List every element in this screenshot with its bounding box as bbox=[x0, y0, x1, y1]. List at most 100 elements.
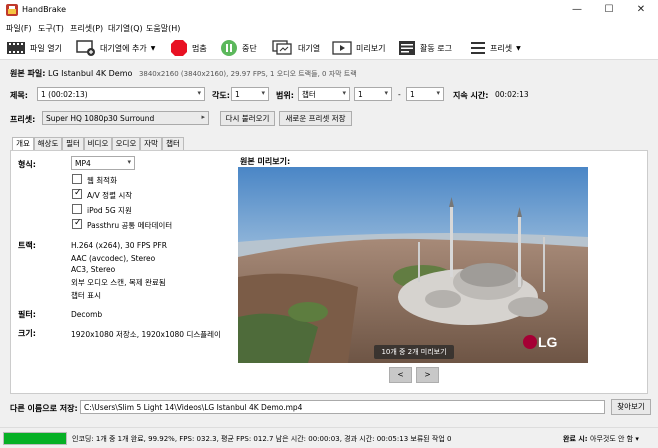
progress-fill bbox=[4, 433, 66, 444]
encode-progress-bar bbox=[3, 432, 67, 445]
film-icon bbox=[7, 42, 25, 54]
ipod-support-checkbox[interactable] bbox=[72, 204, 82, 214]
range-type-value: 챕터 bbox=[302, 90, 316, 99]
window-title: HandBrake bbox=[22, 5, 67, 14]
add-to-queue-label: 대기열에 추가 bbox=[100, 43, 147, 53]
menu-file[interactable]: 파일(F) bbox=[6, 23, 32, 34]
source-preview-image: LG 10개 중 2개 미리보기 bbox=[238, 167, 588, 363]
queue-button[interactable]: 대기열 bbox=[272, 39, 320, 57]
filters-value: Decomb bbox=[71, 310, 103, 319]
range-start-select[interactable]: 1 ▾ bbox=[354, 87, 392, 101]
when-done-select[interactable]: 아무것도 안 함 ▾ bbox=[590, 434, 639, 444]
menu-presets[interactable]: 프리셋(P) bbox=[70, 23, 103, 34]
range-separator: - bbox=[398, 90, 401, 99]
tab-subtitles[interactable]: 자막 bbox=[140, 137, 162, 150]
stop-icon bbox=[171, 40, 187, 56]
filters-label: 필터: bbox=[18, 310, 36, 319]
chevron-right-icon: ▸ bbox=[201, 113, 205, 121]
save-new-preset-button[interactable]: 새로운 프리셋 저장 bbox=[279, 111, 352, 126]
tab-audio[interactable]: 오디오 bbox=[112, 137, 140, 150]
minimize-button[interactable]: — bbox=[562, 0, 592, 20]
angle-select[interactable]: 1 ▾ bbox=[231, 87, 269, 101]
browse-button[interactable]: 찾아보기 bbox=[611, 399, 651, 415]
chevron-down-icon: ▾ bbox=[127, 158, 131, 166]
presets-button[interactable]: 프리셋 ▼ bbox=[470, 39, 521, 57]
track-item: 챕터 표시 bbox=[71, 291, 101, 300]
align-av-label: A/V 정렬 시작 bbox=[87, 191, 133, 200]
source-meta: 3840x2160 (3840x2160), 29.97 FPS, 1 오디오 … bbox=[138, 70, 357, 78]
toolbar: 파일 열기 대기열에 추가 ▼ 멈춤 중단 대기열 미리보기 활동 로그 프리셋… bbox=[0, 36, 658, 60]
stop-button[interactable]: 멈춤 bbox=[170, 39, 207, 57]
when-done-label: 완료 시: bbox=[563, 435, 588, 443]
tab-dimensions[interactable]: 해상도 bbox=[34, 137, 62, 150]
previous-preview-button[interactable]: < bbox=[389, 367, 412, 383]
save-path-input[interactable]: C:\Users\Slim 5 Light 14\Videos\LG Istan… bbox=[80, 400, 605, 414]
preset-select-value: Super HQ 1080p30 Surround bbox=[46, 114, 155, 123]
presets-label: 프리셋 bbox=[490, 43, 513, 53]
passthru-metadata-checkbox[interactable] bbox=[72, 218, 82, 229]
menu-bar: 파일(F) 도구(T) 프리셋(P) 대기열(Q) 도움말(H) bbox=[0, 20, 658, 36]
activity-log-button[interactable]: 활동 로그 bbox=[398, 39, 452, 57]
reload-preset-button[interactable]: 다시 불러오기 bbox=[220, 111, 275, 126]
web-optimized-label: 웹 최적화 bbox=[87, 176, 117, 185]
tab-chapters[interactable]: 챕터 bbox=[162, 137, 184, 150]
menu-help[interactable]: 도움말(H) bbox=[146, 23, 180, 34]
title-label: 제목: bbox=[10, 91, 28, 100]
range-type-select[interactable]: 챕터 ▾ bbox=[298, 87, 350, 101]
tracks-label: 트랙: bbox=[18, 241, 36, 250]
title-bar: HandBrake — ☐ ✕ bbox=[0, 0, 658, 20]
close-button[interactable]: ✕ bbox=[626, 0, 656, 20]
status-text: 인코딩: 1개 중 1개 완료, 99.92%, FPS: 032.3, 평균 … bbox=[72, 435, 452, 443]
duration-value: 00:02:13 bbox=[495, 90, 529, 99]
chevron-down-icon: ▾ bbox=[384, 89, 388, 97]
format-select[interactable]: MP4 ▾ bbox=[71, 156, 135, 170]
chevron-down-icon: ▾ bbox=[436, 89, 440, 97]
preset-select[interactable]: Super HQ 1080p30 Surround ▸ bbox=[42, 111, 209, 125]
save-as-label: 다른 이름으로 저장: bbox=[10, 404, 78, 413]
tab-filters[interactable]: 필터 bbox=[62, 137, 84, 150]
lg-watermark: LG bbox=[538, 334, 558, 350]
stop-label: 멈춤 bbox=[192, 43, 207, 53]
queue-icon bbox=[272, 40, 292, 55]
track-item: AAC (avcodec), Stereo bbox=[71, 254, 156, 263]
menu-tools[interactable]: 도구(T) bbox=[38, 23, 64, 34]
pause-label: 중단 bbox=[242, 43, 257, 53]
maximize-button[interactable]: ☐ bbox=[594, 0, 624, 20]
add-queue-icon bbox=[76, 40, 95, 56]
menu-queue[interactable]: 대기열(Q) bbox=[108, 23, 143, 34]
queue-label: 대기열 bbox=[298, 43, 321, 53]
format-select-value: MP4 bbox=[75, 159, 91, 168]
open-source-button[interactable]: 파일 열기 bbox=[6, 39, 62, 57]
title-select-value: 1 (00:02:13) bbox=[41, 90, 88, 99]
chevron-down-icon[interactable]: ▼ bbox=[151, 45, 156, 52]
align-av-checkbox[interactable] bbox=[72, 188, 82, 199]
pause-icon bbox=[221, 40, 237, 56]
angle-label: 각도: bbox=[212, 91, 230, 100]
track-item: H.264 (x264), 30 FPS PFR bbox=[71, 241, 167, 250]
tab-summary[interactable]: 개요 bbox=[12, 137, 34, 151]
preview-button[interactable]: 미리보기 bbox=[332, 39, 385, 57]
range-end-select[interactable]: 1 ▾ bbox=[406, 87, 444, 101]
title-select[interactable]: 1 (00:02:13) ▾ bbox=[37, 87, 205, 101]
web-optimized-checkbox[interactable] bbox=[72, 174, 82, 184]
preview-icon bbox=[332, 41, 352, 55]
range-start-value: 1 bbox=[358, 90, 363, 99]
pause-button[interactable]: 중단 bbox=[220, 39, 257, 57]
activity-log-label: 활동 로그 bbox=[420, 43, 452, 53]
add-to-queue-button[interactable]: 대기열에 추가 ▼ bbox=[76, 39, 155, 57]
tab-video[interactable]: 비디오 bbox=[84, 137, 112, 150]
passthru-metadata-label: Passthru 공통 메타데이터 bbox=[87, 221, 173, 230]
angle-select-value: 1 bbox=[235, 90, 240, 99]
ipod-support-label: iPod 5G 지원 bbox=[87, 206, 132, 215]
chevron-down-icon: ▾ bbox=[261, 89, 265, 97]
chevron-down-icon[interactable]: ▼ bbox=[516, 45, 521, 52]
chevron-down-icon: ▾ bbox=[342, 89, 346, 97]
size-value: 1920x1080 저장소, 1920x1080 디스플레이 bbox=[71, 330, 221, 339]
chevron-down-icon: ▾ bbox=[197, 89, 201, 97]
source-name: LG Istanbul 4K Demo bbox=[47, 69, 133, 78]
size-label: 크기: bbox=[18, 329, 36, 338]
open-source-label: 파일 열기 bbox=[30, 43, 62, 53]
next-preview-button[interactable]: > bbox=[416, 367, 439, 383]
presets-icon bbox=[471, 42, 485, 54]
status-bar: 인코딩: 1개 중 1개 완료, 99.92%, FPS: 032.3, 평균 … bbox=[0, 427, 658, 448]
